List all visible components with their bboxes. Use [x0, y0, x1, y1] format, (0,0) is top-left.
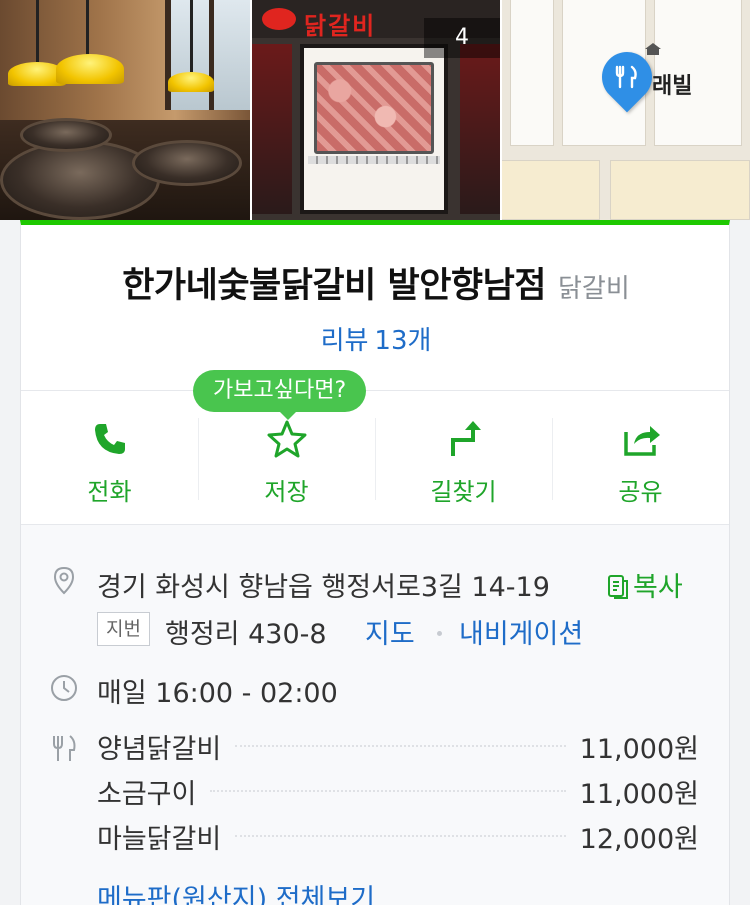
interior-window: [165, 0, 250, 110]
sign-badge: [262, 8, 296, 30]
review-link[interactable]: 리뷰 13개: [21, 320, 731, 357]
menu-item: 양념닭갈비 11,000원: [97, 726, 699, 766]
menu-leader: [235, 745, 566, 747]
meat-photo: [314, 62, 434, 154]
directions-button[interactable]: 길찾기: [375, 408, 552, 518]
menu-name: 양념닭갈비: [97, 733, 222, 765]
lamp-cord: [86, 0, 89, 54]
poster-side: [252, 44, 292, 214]
poster-side: [460, 44, 500, 214]
grill-table: [132, 140, 242, 186]
photo-strip: 닭갈비 4 래빌: [0, 0, 750, 220]
save-button[interactable]: 저장: [198, 408, 375, 518]
share-label: 공유: [618, 478, 663, 506]
save-tooltip[interactable]: 가보고싶다면?: [193, 370, 367, 420]
grill-table: [0, 140, 160, 220]
menu-price: 12,000원: [579, 823, 699, 855]
copy-icon: [608, 575, 628, 599]
fork-knife-icon: [53, 735, 76, 761]
phone-icon: [94, 424, 125, 454]
title-row: 한가네숯불닭갈비 발안향남점 닭갈비: [21, 257, 731, 308]
place-card: 한가네숯불닭갈비 발안향남점 닭갈비 리뷰 13개 전화 저장 길찾기 공유 가…: [20, 220, 730, 905]
directions-label: 길찾기: [430, 478, 497, 506]
menu-price: 11,000원: [579, 733, 699, 765]
call-label: 전화: [87, 478, 132, 506]
map-block: [502, 160, 600, 220]
copy-address-button[interactable]: 복사: [607, 565, 683, 604]
jibun-badge: 지번: [97, 612, 150, 646]
separator-dot: [437, 631, 442, 636]
place-title: 한가네숯불닭갈비 발안향남점: [122, 266, 547, 306]
clock-icon: [51, 675, 77, 701]
call-button[interactable]: 전화: [21, 408, 198, 518]
road-address: 경기 화성시 향남읍 행정서로3길 14-19: [97, 572, 550, 603]
menu-name: 소금구이: [97, 778, 197, 810]
navigation-link[interactable]: 내비게이션: [459, 612, 583, 651]
photo-count-badge: 4: [424, 18, 500, 58]
house-icon: [645, 43, 661, 55]
star-icon: [267, 420, 306, 458]
share-button[interactable]: 공유: [552, 408, 729, 518]
sign-text: 닭갈비: [304, 11, 377, 40]
grill-table: [20, 118, 112, 152]
grill-rack: [308, 156, 440, 164]
view-full-menu-link[interactable]: 메뉴판(원산지) 전체보기: [97, 877, 375, 905]
map-link[interactable]: 지도: [365, 612, 415, 651]
photo-menu-poster[interactable]: 닭갈비 4: [252, 0, 500, 220]
menu-price: 11,000원: [579, 778, 699, 810]
menu-name: 마늘닭갈비: [97, 823, 222, 855]
review-label: 리뷰: [320, 326, 369, 356]
yellow-lamp: [56, 54, 124, 84]
review-count: 13개: [374, 326, 432, 356]
menu-item: 소금구이 11,000원: [97, 771, 699, 811]
menu-item: 마늘닭갈비 12,000원: [97, 816, 699, 856]
action-bar: 전화 저장 길찾기 공유: [21, 408, 729, 518]
divider: [21, 390, 729, 391]
photo-restaurant-interior[interactable]: [0, 0, 250, 220]
place-category: 닭갈비: [558, 274, 630, 304]
map-label: 래빌: [652, 74, 693, 99]
jibun-address: 행정리 430-8: [165, 619, 327, 650]
poster-frame: [300, 44, 448, 214]
lamp-cord: [190, 0, 193, 72]
fork-knife-icon: [612, 62, 642, 92]
lamp-cord: [36, 0, 39, 62]
location-pin-icon: [53, 566, 75, 595]
mini-map[interactable]: 래빌: [502, 0, 750, 220]
info-section: 경기 화성시 향남읍 행정서로3길 14-19 복사 지번 행정리 430-8 …: [21, 525, 729, 905]
map-block: [610, 160, 750, 220]
menu-leader: [235, 835, 566, 837]
save-label: 저장: [264, 478, 309, 506]
menu-leader: [210, 790, 566, 792]
map-block: [510, 0, 554, 146]
business-hours: 매일 16:00 - 02:00: [97, 678, 338, 709]
yellow-lamp: [168, 72, 214, 92]
directions-icon: [450, 421, 481, 456]
copy-label: 복사: [633, 572, 683, 603]
share-icon: [623, 426, 660, 456]
